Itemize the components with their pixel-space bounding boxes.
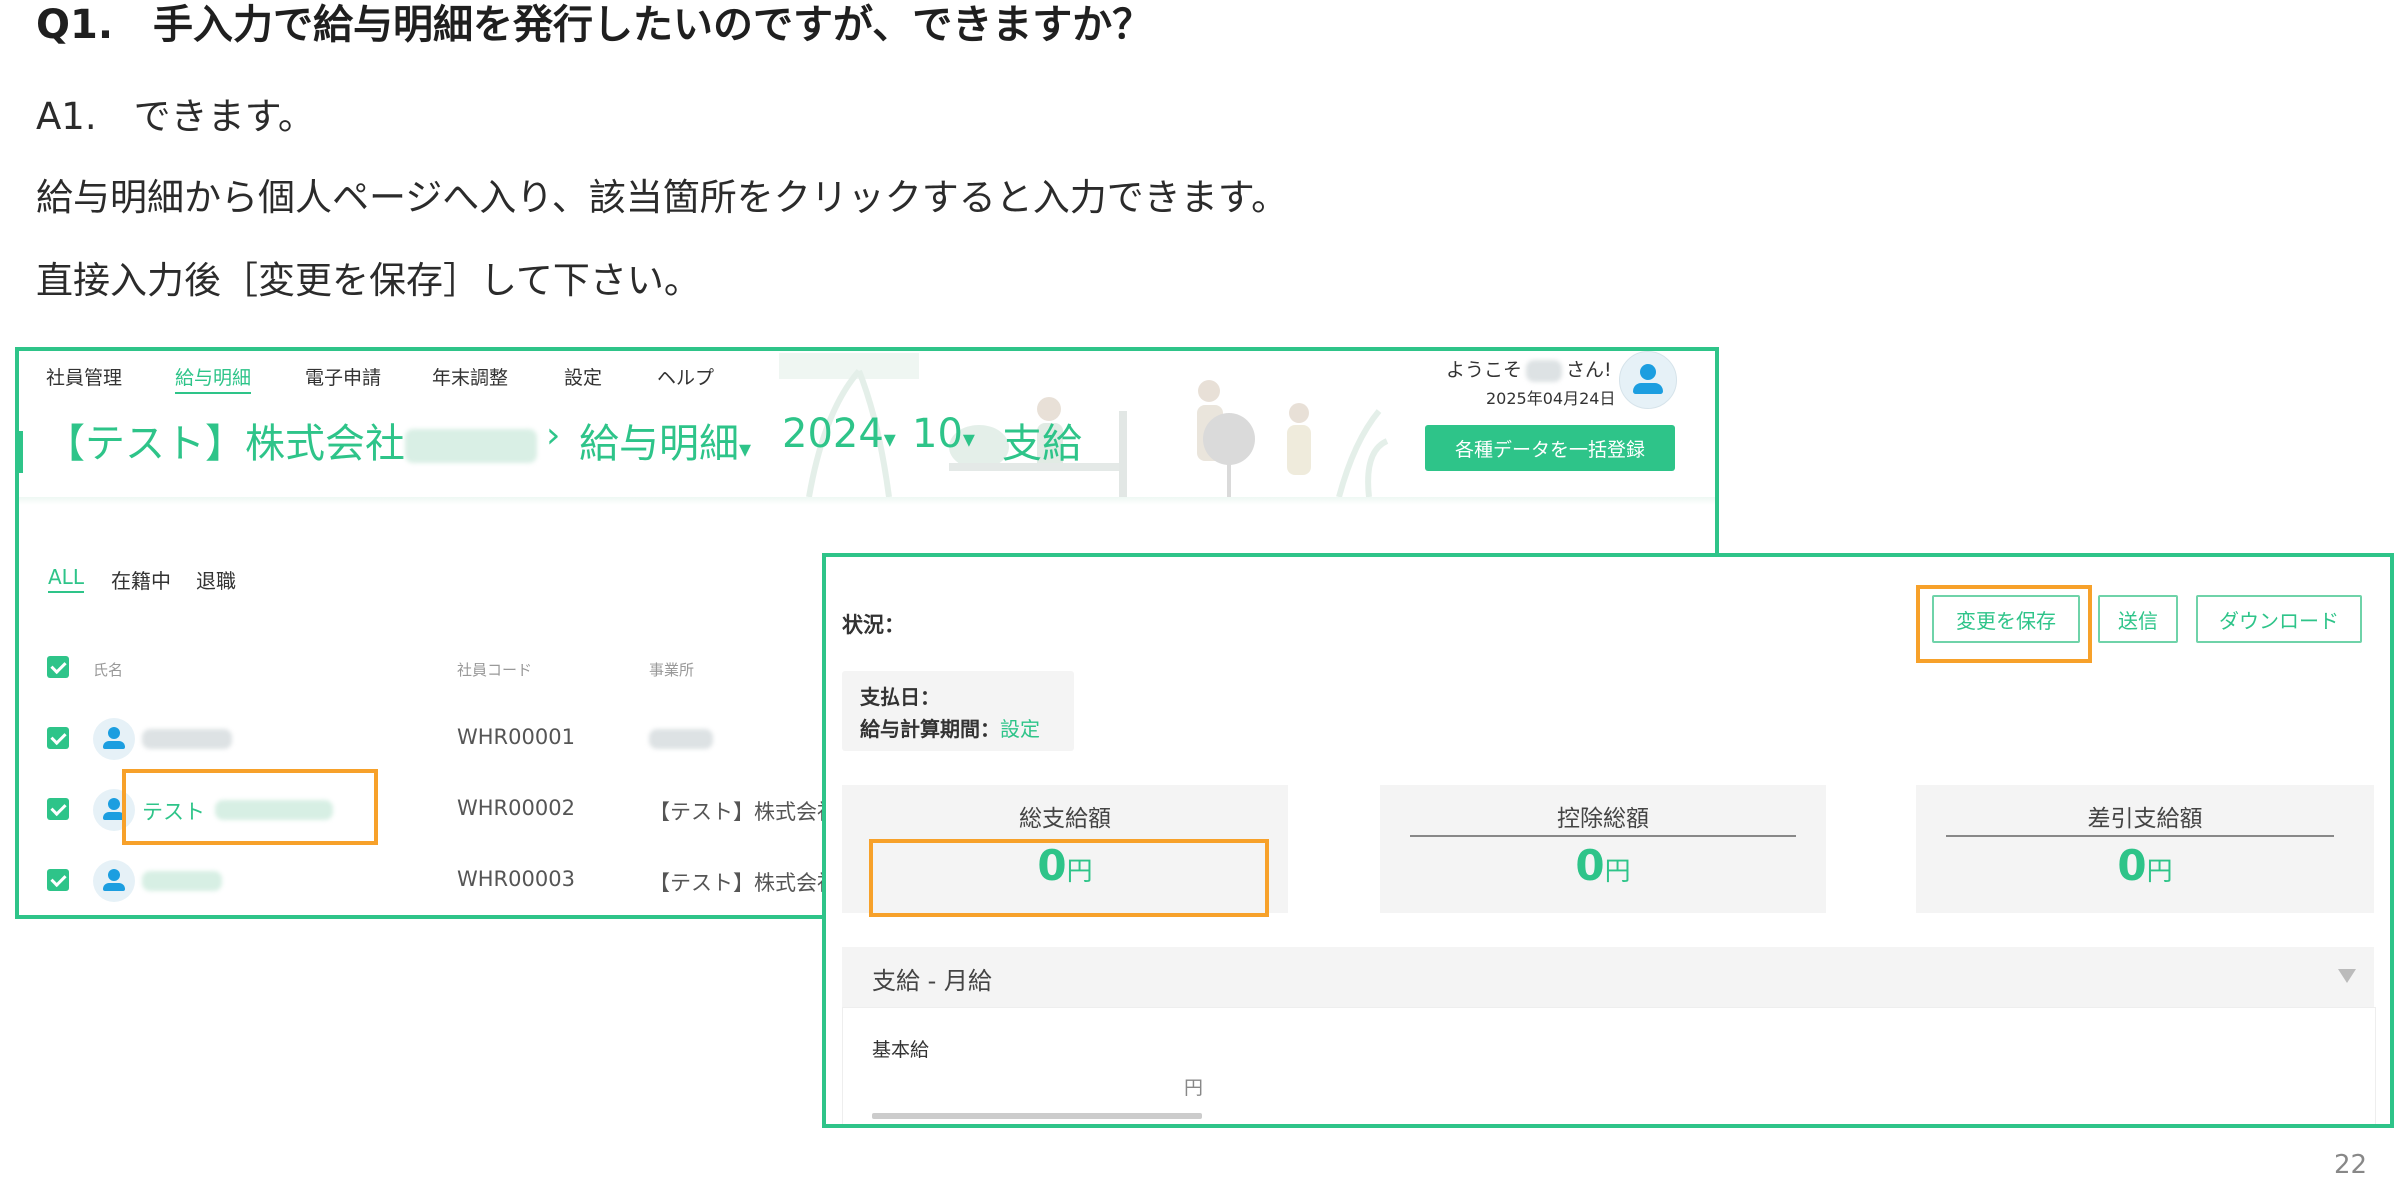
- breadcrumb-month-dropdown[interactable]: 10▾: [912, 411, 975, 457]
- page-number: 22: [2334, 1150, 2368, 1180]
- blurred-employee-name: [142, 729, 232, 749]
- download-button[interactable]: ダウンロード: [2196, 595, 2362, 643]
- breadcrumb-payment-type: 支給: [1002, 421, 1082, 467]
- blurred-employee-name: [142, 871, 222, 891]
- row-checkbox[interactable]: [47, 727, 69, 749]
- nav-help[interactable]: ヘルプ: [657, 363, 714, 390]
- net-pay-label: 差引支給額: [2087, 806, 2203, 832]
- select-all-checkbox[interactable]: [47, 656, 69, 678]
- highlight-employee-name: [122, 769, 378, 845]
- instruction-line-2: 直接入力後［変更を保存］して下さい。: [36, 259, 701, 302]
- basic-pay-unit: 円: [1184, 1077, 1204, 1099]
- status-label: 状況：: [842, 613, 905, 637]
- employee-code: WHR00001: [457, 725, 575, 749]
- header-divider: [19, 497, 1715, 505]
- highlight-gross-pay: [869, 839, 1269, 917]
- payment-info-box: 支払日： 給与計算期間：設定: [842, 671, 1074, 751]
- chevron-down-icon[interactable]: [2338, 969, 2356, 983]
- nav-payslip[interactable]: 給与明細: [175, 363, 252, 394]
- basic-pay-input[interactable]: [872, 1113, 1202, 1119]
- breadcrumb-year-dropdown[interactable]: 2024▾: [782, 411, 896, 457]
- blurred-company-name: [405, 429, 537, 463]
- total-deduction-value[interactable]: 0円: [1380, 841, 1826, 890]
- employee-office: 【テスト】株式会社: [649, 800, 838, 824]
- payslip-detail-screenshot: 状況： 変更を保存 送信 ダウンロード 支払日： 給与計算期間：設定 総支給額 …: [822, 553, 2394, 1128]
- breadcrumb-section-dropdown[interactable]: 給与明細▾: [579, 411, 751, 469]
- calc-period-setting-link[interactable]: 設定: [1000, 717, 1040, 741]
- net-pay-box: 差引支給額 0円: [1916, 785, 2374, 913]
- blurred-office-name: [649, 729, 713, 749]
- row-checkbox[interactable]: [47, 798, 69, 820]
- chevron-down-icon: ▾: [962, 425, 975, 453]
- question-heading: Q1. 手入力で給与明細を発行したいのですが、できますか？: [36, 2, 1153, 48]
- breadcrumb-company[interactable]: 【テスト】株式会社: [45, 411, 537, 469]
- basic-pay-label: 基本給: [872, 1039, 930, 1061]
- nav-settings[interactable]: 設定: [564, 363, 602, 390]
- column-header-code: 社員コード: [457, 661, 533, 679]
- user-icon: [93, 718, 135, 760]
- gross-pay-label: 総支給額: [1019, 806, 1111, 832]
- filter-all[interactable]: ALL: [48, 565, 84, 593]
- total-deduction-label: 控除総額: [1557, 806, 1649, 832]
- bulk-data-register-button[interactable]: 各種データを一括登録: [1425, 425, 1675, 471]
- chevron-down-icon: ▾: [883, 425, 896, 453]
- user-icon: [93, 860, 135, 902]
- answer-text: A1. できます。: [36, 95, 315, 138]
- total-deduction-box: 控除総額 0円: [1380, 785, 1826, 913]
- employee-avatar: [93, 718, 135, 760]
- nav-year-end-adjustment[interactable]: 年末調整: [432, 363, 508, 390]
- filter-active[interactable]: 在籍中: [111, 565, 171, 594]
- employee-office: 【テスト】株式会社: [649, 871, 838, 895]
- current-date: 2025年04月24日: [1486, 389, 1616, 408]
- employee-code: WHR00002: [457, 796, 575, 820]
- column-header-name: 氏名: [93, 661, 124, 679]
- section-body: [842, 1007, 2376, 1124]
- user-avatar[interactable]: [1619, 351, 1677, 409]
- deduction-underline: [1410, 835, 1796, 837]
- instruction-line-1: 給与明細から個人ページへ入り、該当箇所をクリックすると入力できます。: [36, 176, 1289, 219]
- row-checkbox[interactable]: [47, 869, 69, 891]
- blurred-user-name: [1526, 359, 1563, 382]
- net-pay-value[interactable]: 0円: [1916, 841, 2374, 890]
- employee-code: WHR00003: [457, 867, 575, 891]
- user-icon: [1620, 352, 1676, 408]
- welcome-message: ようこそ さん!: [1446, 359, 1612, 382]
- chevron-down-icon: ▾: [739, 435, 752, 463]
- employee-avatar: [93, 860, 135, 902]
- breadcrumb-marker: [19, 431, 23, 473]
- net-pay-underline: [1946, 835, 2334, 837]
- send-button[interactable]: 送信: [2098, 595, 2178, 643]
- nav-e-application[interactable]: 電子申請: [305, 363, 381, 390]
- nav-employee-management[interactable]: 社員管理: [46, 363, 122, 390]
- pay-date-label: 支払日：: [860, 685, 940, 709]
- calc-period-row: 給与計算期間：設定: [860, 717, 1040, 741]
- column-header-office: 事業所: [649, 661, 695, 679]
- highlight-save-button: [1916, 585, 2092, 663]
- section-title: 支給 - 月給: [872, 967, 992, 995]
- filter-retired[interactable]: 退職: [196, 565, 236, 594]
- breadcrumb-separator: ›: [546, 415, 561, 456]
- payment-monthly-section[interactable]: 支給 - 月給: [842, 947, 2374, 1007]
